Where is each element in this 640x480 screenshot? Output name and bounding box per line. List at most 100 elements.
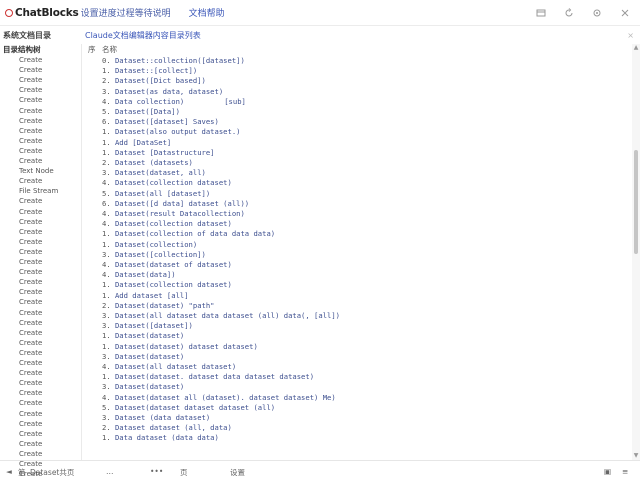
content-line[interactable]: 1. Add dataset [all]	[102, 291, 189, 300]
sidebar-item[interactable]: Create	[19, 349, 42, 357]
footer-bar: ◄ 第 Dataset共页 … ••• 页 设置 ▣ ≡	[0, 460, 640, 480]
content-line[interactable]: 4. Dataset(collection dataset)	[102, 178, 232, 187]
content-line[interactable]: 2. Dataset dataset (all, data)	[102, 423, 232, 432]
content-line[interactable]: 3. Dataset(dataset, all)	[102, 168, 206, 177]
sidebar-item[interactable]: Create	[19, 399, 42, 407]
footer-settings-button[interactable]: 设置	[230, 467, 245, 478]
content-line[interactable]: 3. Dataset(as data, dataset)	[102, 87, 223, 96]
top-icon-group	[518, 7, 630, 18]
sidebar-item[interactable]: Create	[19, 147, 42, 155]
sidebar-item[interactable]: Create	[19, 218, 42, 226]
content-line[interactable]: 0. Dataset::collection([dataset])	[102, 56, 245, 65]
sidebar-item[interactable]: File Stream	[19, 187, 58, 195]
sidebar-item[interactable]: Text Node	[19, 167, 54, 175]
sidebar-item[interactable]: Create	[19, 420, 42, 428]
content-line[interactable]: 1. Data dataset (data data)	[102, 433, 219, 442]
refresh-icon[interactable]	[564, 7, 574, 18]
sidebar-item[interactable]: Create	[19, 288, 42, 296]
window-icon[interactable]: ▣	[604, 467, 611, 476]
content-line[interactable]: 1. Dataset [Datastructure]	[102, 148, 215, 157]
sidebar-item[interactable]: Create	[19, 76, 42, 84]
content-line[interactable]: 6. Dataset([dataset] Saves)	[102, 117, 219, 126]
sidebar-item[interactable]: Create	[19, 450, 42, 458]
line-text: Dataset(also output dataset.)	[114, 127, 241, 137]
sidebar-item[interactable]: Create	[19, 430, 42, 438]
app-title: 设置进度过程等待说明	[80, 9, 171, 19]
sidebar-item[interactable]: Create	[19, 379, 42, 387]
sidebar-item[interactable]: Create	[19, 137, 42, 145]
content-line[interactable]: 1. Dataset(dataset. dataset data dataset…	[102, 372, 314, 381]
content-line[interactable]: 4. Dataset(result Datacollection)	[102, 209, 245, 218]
content-line[interactable]: 3. Dataset([collection])	[102, 250, 206, 259]
sidebar-item[interactable]: Create	[19, 86, 42, 94]
scroll-thumb[interactable]	[634, 150, 638, 254]
content-line[interactable]: 3. Dataset(all dataset data dataset (all…	[102, 311, 340, 320]
content-line[interactable]: 4. Dataset(dataset all (dataset). datase…	[102, 393, 336, 402]
line-text: Dataset(all dataset dataset)	[114, 362, 237, 371]
content-line[interactable]: 4. Dataset(collection dataset)	[102, 219, 232, 228]
sidebar-item[interactable]: Create	[19, 278, 42, 286]
sidebar-item[interactable]: Create	[19, 309, 42, 317]
sidebar-item[interactable]: Create	[19, 268, 42, 276]
content-line[interactable]: 3. Dataset([dataset])	[102, 321, 193, 330]
panel-close-icon[interactable]: ×	[627, 31, 634, 40]
sidebar-item[interactable]: Create	[19, 56, 42, 64]
content-line[interactable]: 1. Dataset::[collect])	[102, 66, 197, 75]
scroll-down-icon[interactable]: ▼	[633, 453, 639, 459]
sidebar-item[interactable]: Create	[19, 96, 42, 104]
sidebar-item[interactable]: Create	[19, 117, 42, 125]
help-link[interactable]: 文档帮助	[189, 6, 225, 19]
sidebar-item[interactable]: Create	[19, 258, 42, 266]
sidebar-item[interactable]: Create	[19, 107, 42, 115]
content-line[interactable]: 1. Dataset(also output dataset.)	[102, 127, 240, 136]
sidebar-item[interactable]: Create	[19, 177, 42, 185]
sidebar-item[interactable]: Create	[19, 228, 42, 236]
close-icon[interactable]	[620, 8, 630, 18]
sidebar-item[interactable]: Create	[19, 208, 42, 216]
content-line[interactable]: 4. Data collection) [sub]	[102, 97, 246, 106]
prev-page-button[interactable]: ◄	[6, 467, 12, 476]
settings-icon[interactable]	[536, 8, 546, 18]
menu-icon[interactable]: ≡	[622, 467, 628, 476]
sidebar-item[interactable]: Create	[19, 389, 42, 397]
content-line[interactable]: 3. Dataset(dataset)	[102, 352, 184, 361]
content-line[interactable]: 1. Dataset(collection dataset)	[102, 280, 232, 289]
content-line[interactable]: 1. Add [DataSet]	[102, 138, 171, 147]
sidebar-item[interactable]: Create	[19, 339, 42, 347]
line-text: Dataset(dataset) "path"	[114, 300, 215, 310]
content-line[interactable]: 2. Dataset (datasets)	[102, 158, 193, 167]
content-line[interactable]: 2. Dataset([Dict based])	[102, 76, 206, 85]
sidebar-item[interactable]: Create	[19, 329, 42, 337]
sidebar-item[interactable]: Create	[19, 440, 42, 448]
sidebar-item[interactable]: Create	[19, 66, 42, 74]
scroll-up-icon[interactable]: ▲	[633, 45, 639, 51]
content-line[interactable]: 1. Dataset(collection)	[102, 240, 197, 249]
sidebar-item[interactable]: Create	[19, 127, 42, 135]
sidebar-item[interactable]: Create	[19, 197, 42, 205]
sidebar-item[interactable]: Create	[19, 369, 42, 377]
content-line[interactable]: 6. Dataset([d data] dataset (all))	[102, 199, 249, 208]
content-line[interactable]: 5. Dataset(dataset dataset dataset (all)	[102, 403, 275, 412]
content-line[interactable]: 4. Dataset(all dataset dataset)	[102, 362, 236, 371]
sidebar-item[interactable]: Create	[19, 238, 42, 246]
sidebar-item[interactable]: Create	[19, 319, 42, 327]
content-line[interactable]: 1. Dataset(dataset) dataset dataset)	[102, 342, 258, 351]
vertical-scrollbar[interactable]: ▲ ▼	[632, 44, 640, 460]
gear-icon[interactable]	[592, 8, 602, 18]
content-line[interactable]: 4. Dataset(dataset of dataset)	[102, 260, 232, 269]
content-line[interactable]: 3. Dataset(dataset)	[102, 382, 184, 391]
content-line[interactable]: 3. Dataset (data dataset)	[102, 413, 210, 422]
sidebar-item[interactable]: Create	[19, 359, 42, 367]
content-line[interactable]: 4. Dataset(data])	[102, 270, 176, 279]
sidebar-item[interactable]: Create	[19, 298, 42, 306]
content-line[interactable]: 5. Dataset([Data])	[102, 107, 180, 116]
content-line[interactable]: 1. Dataset(collection of data data data)	[102, 229, 275, 238]
line-text: Dataset(all dataset data dataset (all) d…	[114, 311, 341, 320]
sidebar-item[interactable]: Create	[19, 410, 42, 418]
logo-mark-icon	[5, 8, 13, 17]
sidebar-item[interactable]: Create	[19, 157, 42, 165]
content-line[interactable]: 1. Dataset(dataset)	[102, 331, 184, 340]
content-line[interactable]: 5. Dataset(all [dataset])	[102, 189, 210, 198]
content-line[interactable]: 2. Dataset(dataset) "path"	[102, 301, 215, 310]
sidebar-item[interactable]: Create	[19, 248, 42, 256]
